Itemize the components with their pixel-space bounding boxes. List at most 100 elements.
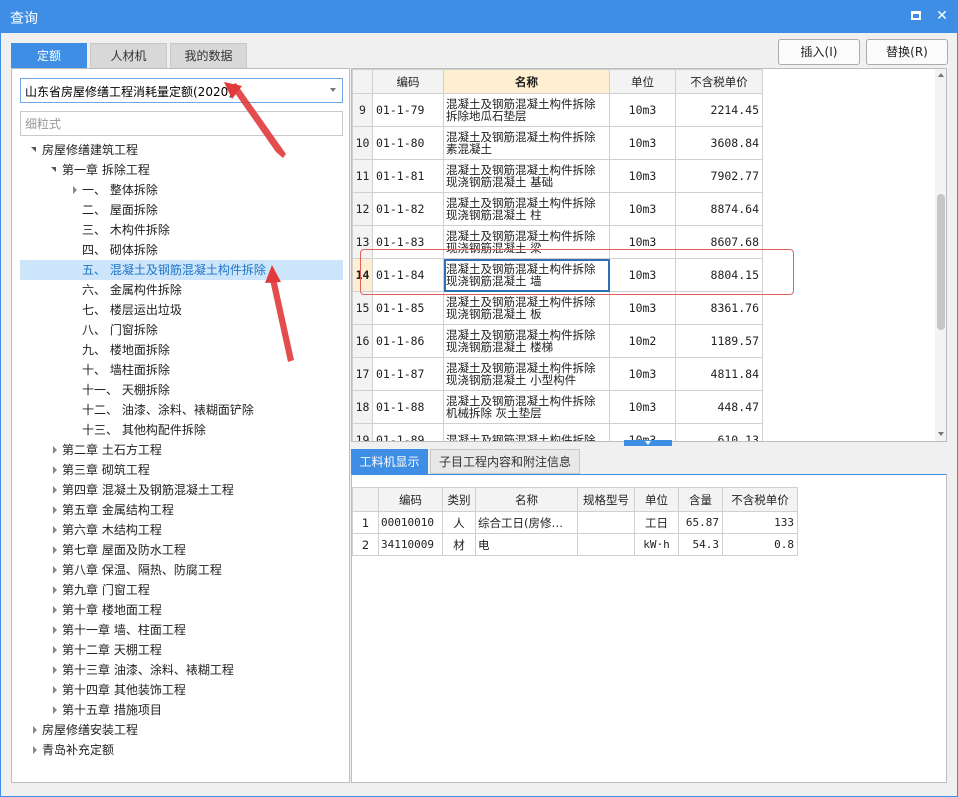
col-header-name[interactable]: 名称 — [443, 69, 610, 94]
collapse-arrow-icon[interactable] — [50, 500, 60, 520]
tree-node[interactable]: 第十四章 其他装饰工程 — [20, 680, 343, 700]
material-code[interactable]: 00010010 — [378, 511, 443, 534]
quota-code[interactable]: 01-1-88 — [372, 390, 444, 424]
scroll-down-icon[interactable] — [938, 432, 944, 436]
quota-name[interactable]: 混凝土及钢筋混凝土构件拆除 现浇钢筋混凝土 柱 — [443, 192, 610, 226]
col-header-unit[interactable]: 单位 — [609, 69, 676, 94]
col-header-price[interactable]: 不含税单价 — [675, 69, 763, 94]
quota-price[interactable]: 7902.77 — [675, 159, 763, 193]
table-row[interactable]: 15 01-1-85 混凝土及钢筋混凝土构件拆除 现浇钢筋混凝土 板 10m3 8361.… — [352, 291, 763, 325]
quota-unit[interactable]: 10m3 — [609, 93, 676, 127]
tree-node[interactable]: 七、 楼层运出垃圾 — [20, 300, 343, 320]
material-qty[interactable]: 65.87 — [678, 511, 723, 534]
col-header-unit[interactable]: 单位 — [634, 487, 679, 512]
collapse-arrow-icon[interactable] — [50, 620, 60, 640]
material-code[interactable]: 34110009 — [378, 533, 443, 556]
tree-node[interactable]: 三、 木构件拆除 — [20, 220, 343, 240]
material-unit[interactable]: 工日 — [634, 511, 679, 534]
material-name[interactable]: 综合工日(房修… — [475, 511, 578, 534]
quota-code[interactable]: 01-1-79 — [372, 93, 444, 127]
tree-node[interactable]: 第十三章 油漆、涂料、裱糊工程 — [20, 660, 343, 680]
tab-dinge[interactable]: 定额 — [11, 43, 87, 68]
collapse-arrow-icon[interactable] — [50, 520, 60, 540]
col-header-type[interactable]: 类别 — [442, 487, 476, 512]
table-row[interactable]: 18 01-1-88 混凝土及钢筋混凝土构件拆除 机械拆除 灰土垫层 10m3 448.4… — [352, 390, 763, 424]
table-row[interactable]: 2 34110009 材 电 kW·h 54.3 0.8 — [352, 533, 798, 556]
collapse-arrow-icon[interactable] — [50, 600, 60, 620]
tree-node[interactable]: 十、 墙柱面拆除 — [20, 360, 343, 380]
tree-node[interactable]: 第二章 土石方工程 — [20, 440, 343, 460]
quota-code[interactable]: 01-1-81 — [372, 159, 444, 193]
replace-button[interactable]: 替换(R) — [866, 39, 948, 65]
col-header-qty[interactable]: 含量 — [678, 487, 723, 512]
tree-node[interactable]: 第十章 楼地面工程 — [20, 600, 343, 620]
quota-unit[interactable]: 10m3 — [609, 192, 676, 226]
vertical-scrollbar[interactable] — [935, 69, 946, 441]
collapse-arrow-icon[interactable] — [50, 680, 60, 700]
table-row[interactable]: 11 01-1-81 混凝土及钢筋混凝土构件拆除 现浇钢筋混凝土 基础 10m3 7902… — [352, 159, 763, 193]
quota-unit[interactable]: 10m3 — [609, 159, 676, 193]
quota-name[interactable]: 混凝土及钢筋混凝土构件拆除 拆除地瓜石垫层 — [443, 93, 610, 127]
tree-node[interactable]: 一、 整体拆除 — [20, 180, 343, 200]
collapse-arrow-icon[interactable] — [50, 700, 60, 720]
tree-node[interactable]: 十二、 油漆、涂料、裱糊面铲除 — [20, 400, 343, 420]
collapse-arrow-icon[interactable] — [70, 180, 80, 200]
quota-unit[interactable]: 10m2 — [609, 324, 676, 358]
quota-name[interactable]: 混凝土及钢筋混凝土构件拆除 现浇钢筋混凝土 楼梯 — [443, 324, 610, 358]
table-row[interactable]: 19 01-1-89 混凝土及钢筋混凝土构件拆除 10m3 610.13 — [352, 423, 763, 441]
col-header-code[interactable]: 编码 — [378, 487, 443, 512]
tab-my-data[interactable]: 我的数据 — [170, 43, 247, 68]
table-row[interactable]: 12 01-1-82 混凝土及钢筋混凝土构件拆除 现浇钢筋混凝土 柱 10m3 8874.… — [352, 192, 763, 226]
tree-node[interactable]: 第一章 拆除工程 — [20, 160, 343, 180]
panel-splitter-handle[interactable] — [624, 440, 672, 446]
tree-node[interactable]: 第十五章 措施项目 — [20, 700, 343, 720]
tree-node[interactable]: 九、 楼地面拆除 — [20, 340, 343, 360]
quota-price[interactable]: 3608.84 — [675, 126, 763, 160]
search-input[interactable] — [20, 111, 343, 136]
quota-price[interactable]: 448.47 — [675, 390, 763, 424]
quota-name[interactable]: 混凝土及钢筋混凝土构件拆除 机械拆除 灰土垫层 — [443, 390, 610, 424]
scroll-up-icon[interactable] — [938, 73, 944, 77]
col-header-code[interactable]: 编码 — [372, 69, 444, 94]
col-header-price[interactable]: 不含税单价 — [722, 487, 798, 512]
tree-node[interactable]: 二、 屋面拆除 — [20, 200, 343, 220]
quota-name[interactable]: 混凝土及钢筋混凝土构件拆除 素混凝土 — [443, 126, 610, 160]
col-header-spec[interactable]: 规格型号 — [577, 487, 635, 512]
quota-name[interactable]: 混凝土及钢筋混凝土构件拆除 — [443, 423, 610, 441]
collapse-arrow-icon[interactable] — [50, 460, 60, 480]
collapse-arrow-icon[interactable] — [50, 540, 60, 560]
quota-unit[interactable]: 10m3 — [609, 390, 676, 424]
expand-arrow-icon[interactable] — [30, 140, 40, 160]
collapse-arrow-icon[interactable] — [50, 480, 60, 500]
quota-code[interactable]: 01-1-80 — [372, 126, 444, 160]
quota-unit[interactable]: 10m3 — [609, 126, 676, 160]
material-type[interactable]: 材 — [442, 533, 476, 556]
table-row[interactable]: 9 01-1-79 混凝土及钢筋混凝土构件拆除 拆除地瓜石垫层 10m3 2214.45 — [352, 93, 763, 127]
table-row[interactable]: 16 01-1-86 混凝土及钢筋混凝土构件拆除 现浇钢筋混凝土 楼梯 10m2 1189… — [352, 324, 763, 358]
material-type[interactable]: 人 — [442, 511, 476, 534]
material-name[interactable]: 电 — [475, 533, 578, 556]
quota-code[interactable]: 01-1-87 — [372, 357, 444, 391]
tree-node[interactable]: 青岛补充定额 — [20, 740, 343, 760]
quota-price[interactable]: 1189.57 — [675, 324, 763, 358]
quota-price[interactable]: 610.13 — [675, 423, 763, 441]
library-select[interactable]: 山东省房屋修缮工程消耗量定额(2020) — [20, 78, 343, 103]
quota-code[interactable]: 01-1-82 — [372, 192, 444, 226]
close-button[interactable]: ✕ — [932, 6, 952, 26]
quota-code[interactable]: 01-1-85 — [372, 291, 444, 325]
tree-node[interactable]: 第十一章 墙、柱面工程 — [20, 620, 343, 640]
quota-name[interactable]: 混凝土及钢筋混凝土构件拆除 现浇钢筋混凝土 板 — [443, 291, 610, 325]
expand-arrow-icon[interactable] — [50, 160, 60, 180]
collapse-arrow-icon[interactable] — [50, 640, 60, 660]
quota-code[interactable]: 01-1-86 — [372, 324, 444, 358]
tree-node[interactable]: 第三章 砌筑工程 — [20, 460, 343, 480]
tree-node[interactable]: 第四章 混凝土及钢筋混凝土工程 — [20, 480, 343, 500]
tree-node[interactable]: 八、 门窗拆除 — [20, 320, 343, 340]
material-spec[interactable] — [577, 533, 635, 556]
tab-labor-material[interactable]: 工料机显示 — [351, 449, 428, 474]
tree-node[interactable]: 六、 金属构件拆除 — [20, 280, 343, 300]
tab-rencaiji[interactable]: 人材机 — [90, 43, 167, 68]
material-price[interactable]: 133 — [722, 511, 798, 534]
quota-name[interactable]: 混凝土及钢筋混凝土构件拆除 现浇钢筋混凝土 基础 — [443, 159, 610, 193]
tree-node[interactable]: 第六章 木结构工程 — [20, 520, 343, 540]
